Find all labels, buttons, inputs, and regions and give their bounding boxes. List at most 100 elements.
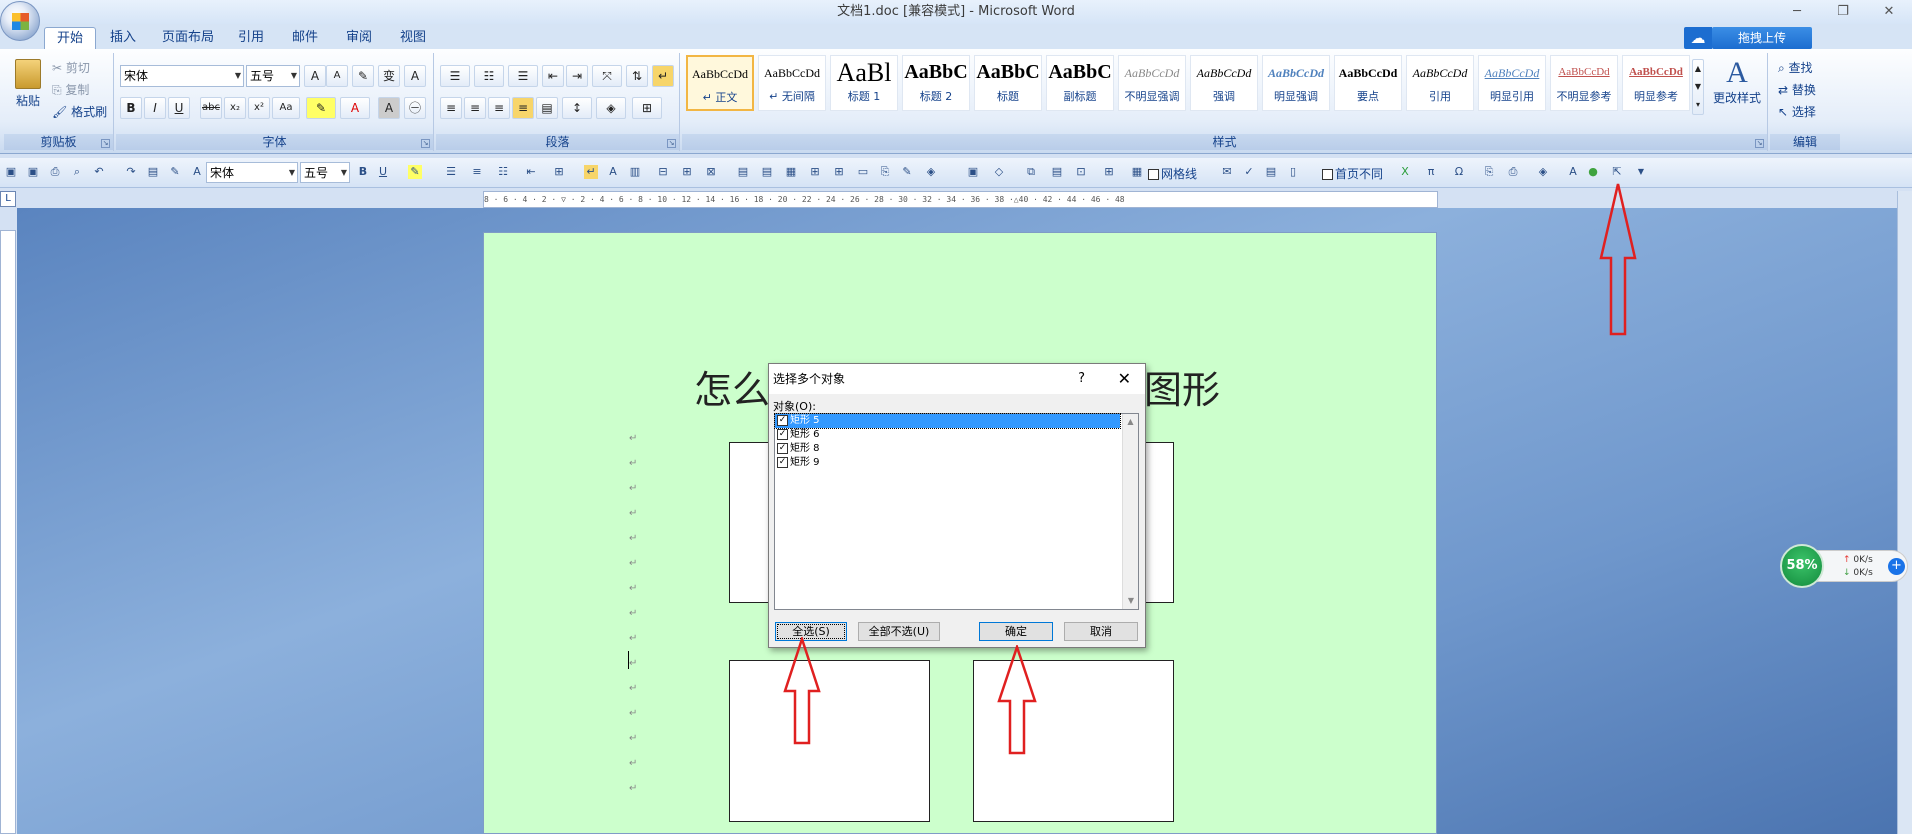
qat-picture-icon[interactable]: ▣ — [966, 165, 980, 179]
bold-icon[interactable]: B — [120, 97, 142, 119]
vertical-scrollbar[interactable] — [1897, 191, 1912, 834]
qat-excel-icon[interactable]: X — [1398, 165, 1412, 179]
office-button[interactable] — [0, 1, 40, 41]
first-page-checkbox[interactable]: 首页不同 — [1322, 165, 1383, 182]
numbering-icon[interactable]: ☷ — [474, 65, 504, 87]
style-heading-1[interactable]: AaBl 标题 1 — [830, 55, 898, 111]
shading-icon[interactable]: ◈ — [596, 97, 626, 119]
borders-icon[interactable]: ⊞ — [632, 97, 662, 119]
tab-view[interactable]: 视图 — [388, 27, 438, 49]
copy-button[interactable]: ⎘ 复制 — [52, 81, 89, 98]
font-name-box[interactable]: 宋体 ▼ — [120, 65, 244, 87]
replace-button[interactable]: ⇄ 替换 — [1778, 81, 1816, 98]
increase-indent-icon[interactable]: ⇥ — [566, 65, 588, 87]
gridlines-checkbox[interactable]: 网格线 — [1148, 165, 1197, 182]
strikethrough-icon[interactable]: abc — [200, 97, 222, 119]
qat-track-icon[interactable]: ✓ — [1242, 165, 1256, 179]
checkbox-checked-icon[interactable]: ✓ — [777, 442, 788, 454]
style-quote[interactable]: AaBbCcDd 引用 — [1406, 55, 1474, 111]
paste-button[interactable]: 粘贴 — [10, 57, 46, 117]
print-preview-icon[interactable]: ⌕ — [70, 165, 84, 179]
underline-icon[interactable]: U — [168, 97, 190, 119]
qat-rows-icon[interactable]: ▤ — [736, 165, 750, 179]
style-title[interactable]: AaBbC 标题 — [974, 55, 1042, 111]
print-icon[interactable]: ⎙ — [48, 165, 62, 179]
tab-mailings[interactable]: 邮件 — [280, 27, 330, 49]
qat-bold-icon[interactable]: B — [356, 165, 370, 179]
scroll-up-icon[interactable]: ▲ — [1123, 414, 1138, 430]
style-subtle-reference[interactable]: AaBbCcDd 不明显参考 — [1550, 55, 1618, 111]
find-button[interactable]: ⌕ 查找 — [1778, 59, 1813, 76]
qat-size-box[interactable]: 五号 ▼ — [300, 162, 350, 183]
help-icon[interactable]: ? — [1078, 364, 1085, 394]
gallery-scroll-icon[interactable]: ▲ ▼ ▾ — [1692, 59, 1704, 115]
shrink-font-icon[interactable]: A — [326, 65, 348, 87]
qat-merge-icon[interactable]: ⊞ — [808, 165, 822, 179]
list-item[interactable]: ✓ 矩形 5 — [774, 413, 1121, 429]
style-intense-quote[interactable]: AaBbCcDd 明显引用 — [1478, 55, 1546, 111]
qat-align-obj-icon[interactable]: ⊞ — [1102, 165, 1116, 179]
memory-usage-badge[interactable]: 58% — [1780, 544, 1824, 588]
close-icon[interactable]: ✕ — [1118, 364, 1131, 394]
ok-button[interactable]: 确定 — [979, 622, 1053, 641]
list-item[interactable]: ✓ 矩形 8 — [775, 442, 1120, 456]
bullets-icon[interactable]: ☰ — [440, 65, 470, 87]
style-strong[interactable]: AaBbCcDd 要点 — [1334, 55, 1402, 111]
qat-omega-icon[interactable]: Ω — [1452, 165, 1466, 179]
style-intense-emphasis[interactable]: AaBbCcDd 明显强调 — [1262, 55, 1330, 111]
vertical-ruler[interactable] — [0, 230, 16, 834]
qat-rows2-icon[interactable]: ▤ — [760, 165, 774, 179]
qat-circle-icon[interactable]: ● — [1586, 165, 1600, 179]
qat-page-icon[interactable]: ▯ — [1286, 165, 1300, 179]
deselect-all-button[interactable]: 全部不选(U) — [858, 622, 940, 641]
show-marks-icon[interactable]: ↵ — [652, 65, 674, 87]
align-left-icon[interactable]: ≡ — [440, 97, 462, 119]
tab-home[interactable]: 开始 — [44, 27, 97, 49]
superscript-icon[interactable]: x² — [248, 97, 270, 119]
styles-launcher[interactable]: ↘ — [1755, 139, 1764, 148]
qat-order-icon[interactable]: ⧉ — [1024, 165, 1038, 179]
italic-icon[interactable]: I — [144, 97, 166, 119]
qat-fill-icon[interactable]: ◈ — [924, 165, 938, 179]
multilevel-list-icon[interactable]: ☰ — [508, 65, 538, 87]
paste-small-icon[interactable]: ▤ — [146, 165, 160, 179]
qat-copy-icon[interactable]: ⎘ — [878, 165, 892, 179]
line-spacing-icon[interactable]: ↕ — [562, 97, 592, 119]
highlight-icon[interactable]: ✎ — [306, 97, 336, 119]
qat-paint-icon[interactable]: ◈ — [1536, 165, 1550, 179]
network-speed-widget[interactable]: ↑ 0K/s ↓ 0K/s + 58% — [1780, 544, 1912, 588]
qat-grid-icon[interactable]: ⊞ — [680, 165, 694, 179]
qat-gridlines-icon[interactable]: ▦ — [1130, 165, 1144, 179]
qat-wrap-icon[interactable]: ▤ — [1050, 165, 1064, 179]
char-shading-icon[interactable]: A — [378, 97, 400, 119]
tab-page-layout[interactable]: 页面布局 — [150, 27, 226, 49]
distribute-icon[interactable]: ▤ — [536, 97, 558, 119]
qat-font-box[interactable]: 宋体 ▼ — [206, 162, 298, 183]
style-subtle-emphasis[interactable]: AaBbCcDd 不明显强调 — [1118, 55, 1186, 111]
qat-bullets-icon[interactable]: ☰ — [444, 165, 458, 179]
qat-text-icon[interactable]: A — [606, 165, 620, 179]
tab-review[interactable]: 审阅 — [334, 27, 384, 49]
format-painter-button[interactable]: 🖌 格式刷 — [52, 103, 107, 120]
font-size-box[interactable]: 五号 ▼ — [246, 65, 300, 87]
style-heading-2[interactable]: AaBbC 标题 2 — [902, 55, 970, 111]
qat-shapes-icon[interactable]: ◇ — [992, 165, 1006, 179]
qat-edit-icon[interactable]: ✎ — [900, 165, 914, 179]
qat-pi-icon[interactable]: π — [1424, 165, 1438, 179]
justify-icon[interactable]: ≡ — [512, 97, 534, 119]
qat-merge2-icon[interactable]: ⊞ — [832, 165, 846, 179]
checkbox-checked-icon[interactable]: ✓ — [777, 428, 788, 440]
style-emphasis[interactable]: AaBbCcDd 强调 — [1190, 55, 1258, 111]
qat-font-color-icon[interactable]: A — [1566, 165, 1580, 179]
tab-selector-icon[interactable]: L — [0, 191, 16, 207]
qat-numbering-icon[interactable]: ☷ — [496, 165, 510, 179]
qat-align-icon[interactable]: ≡ — [470, 165, 484, 179]
select-button[interactable]: ↖ 选择 — [1778, 103, 1816, 120]
clipboard-launcher[interactable]: ↘ — [101, 139, 110, 148]
qat-underline-icon[interactable]: U — [376, 165, 390, 179]
qat-comment-icon[interactable]: ✉ — [1220, 165, 1234, 179]
qat-insert-icon[interactable]: ⊟ — [656, 165, 670, 179]
checkbox-checked-icon[interactable]: ✓ — [777, 414, 788, 426]
chinese-layout-icon[interactable]: ⤧ — [592, 65, 622, 87]
list-item[interactable]: ✓ 矩形 6 — [775, 428, 1120, 442]
